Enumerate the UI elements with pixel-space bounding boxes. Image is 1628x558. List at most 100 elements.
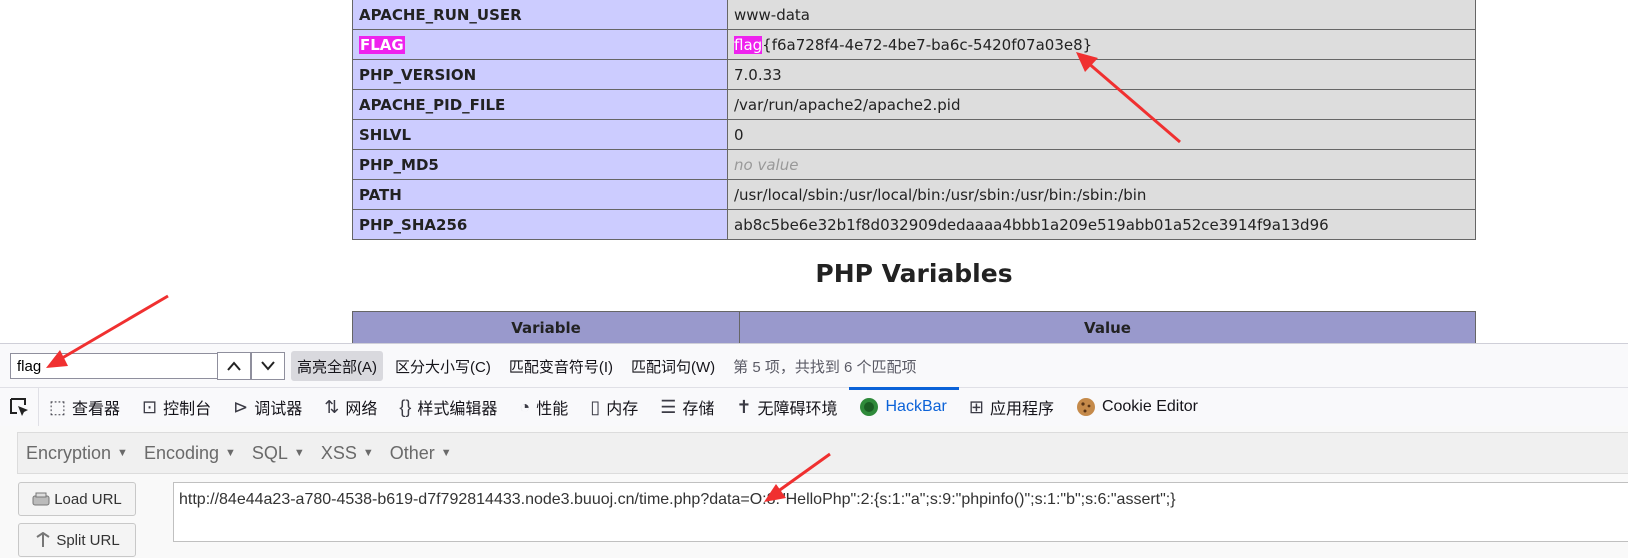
tab-application[interactable]: ⊞ 应用程序 xyxy=(959,388,1066,426)
tab-style-editor[interactable]: {} 样式编辑器 xyxy=(389,388,509,426)
split-url-label: Split URL xyxy=(56,531,120,549)
env-value: /usr/local/sbin:/usr/local/bin:/usr/sbin… xyxy=(727,179,1476,210)
load-url-icon xyxy=(32,492,50,506)
table-row: PHP_MD5 no value xyxy=(352,149,1476,180)
memory-icon: ▯ xyxy=(590,396,601,417)
menu-label: SQL xyxy=(251,442,288,463)
env-value: 7.0.33 xyxy=(727,59,1476,90)
tab-label: 控制台 xyxy=(163,401,212,418)
tab-label: 查看器 xyxy=(72,401,121,418)
tab-label: 网络 xyxy=(345,401,378,418)
match-diacritics-toggle[interactable]: 匹配变音符号(I) xyxy=(503,351,619,381)
tab-memory[interactable]: ▯ 内存 xyxy=(580,388,650,426)
caret-down-icon: ▼ xyxy=(117,447,128,459)
tab-accessibility[interactable]: ✝ 无障碍环境 xyxy=(726,388,849,426)
table-header-row: Variable Value xyxy=(352,311,1476,344)
tab-storage[interactable]: ☰ 存储 xyxy=(650,388,726,426)
pick-element-icon xyxy=(10,398,28,416)
find-next-button[interactable] xyxy=(251,352,285,380)
caret-down-icon: ▼ xyxy=(440,447,452,459)
menu-label: Encryption xyxy=(26,442,112,463)
tab-inspector[interactable]: ⬚ 查看器 xyxy=(39,388,132,426)
menu-encoding[interactable]: Encoding ▼ xyxy=(144,443,236,464)
tab-label: 无障碍环境 xyxy=(757,401,838,418)
accessibility-icon: ✝ xyxy=(736,396,752,417)
tab-label: HackBar xyxy=(885,398,947,415)
url-textarea[interactable]: http://84e44a23-a780-4538-b619-d7f792814… xyxy=(173,482,1628,542)
chevron-up-icon xyxy=(227,361,241,371)
tab-label: 存储 xyxy=(682,401,715,418)
devtools-toolbar: ⬚ 查看器 ⊡ 控制台 ⊳ 调试器 ⇅ 网络 {} 样式编辑器 ◔ 性能 ▯ 内… xyxy=(0,387,1628,427)
env-value: /var/run/apache2/apache2.pid xyxy=(727,89,1476,120)
chevron-down-icon xyxy=(261,361,275,371)
table-row: FLAG flag{f6a728f4-4e72-4be7-ba6c-5420f0… xyxy=(352,29,1476,60)
menu-other[interactable]: Other ▼ xyxy=(390,443,452,464)
find-bar: 高亮全部(A) 区分大小写(C) 匹配变音符号(I) 匹配词句(W) 第 5 项… xyxy=(0,343,1628,388)
tab-label: Cookie Editor xyxy=(1101,398,1198,415)
tab-label: 样式编辑器 xyxy=(417,401,498,418)
tab-label: 调试器 xyxy=(254,401,303,418)
section-title: PHP Variables xyxy=(815,259,1013,288)
split-url-button[interactable]: Split URL xyxy=(18,523,136,557)
env-value: ab8c5be6e32b1f8d032909dedaaaa4bbb1a209e5… xyxy=(727,209,1476,240)
cookie-icon xyxy=(1076,398,1095,416)
env-key-flag: FLAG xyxy=(352,29,728,60)
flag-rest: {f6a728f4-4e72-4be7-ba6c-5420f07a03e8} xyxy=(762,35,1093,54)
table-row: PHP_SHA256 ab8c5be6e32b1f8d032909dedaaaa… xyxy=(352,209,1476,240)
table-row: PATH /usr/local/sbin:/usr/local/bin:/usr… xyxy=(352,179,1476,210)
tab-network[interactable]: ⇅ 网络 xyxy=(314,388,389,426)
find-highlight: FLAG xyxy=(359,35,405,54)
env-value: no value xyxy=(727,149,1476,180)
tab-performance[interactable]: ◔ 性能 xyxy=(509,388,580,426)
env-value-flag: flag{f6a728f4-4e72-4be7-ba6c-5420f07a03e… xyxy=(727,29,1476,60)
table-row: PHP_VERSION 7.0.33 xyxy=(352,59,1476,90)
environment-table: APACHE_RUN_USER www-data FLAG flag{f6a72… xyxy=(352,0,1476,240)
find-previous-button[interactable] xyxy=(217,352,251,380)
menu-sql[interactable]: SQL ▼ xyxy=(252,443,305,464)
whole-words-toggle[interactable]: 匹配词句(W) xyxy=(625,351,721,381)
table-row: APACHE_RUN_USER www-data xyxy=(352,0,1476,30)
menu-label: Other xyxy=(389,442,435,463)
menu-label: XSS xyxy=(320,442,357,463)
highlight-all-toggle[interactable]: 高亮全部(A) xyxy=(291,351,383,381)
load-url-label: Load URL xyxy=(54,490,122,508)
find-current-match: flag xyxy=(734,35,763,54)
table-row: SHLVL 0 xyxy=(352,119,1476,150)
debugger-icon: ⊳ xyxy=(233,396,249,417)
style-editor-icon: {} xyxy=(399,396,412,417)
caret-down-icon: ▼ xyxy=(225,447,236,459)
env-key: PHP_SHA256 xyxy=(352,209,728,240)
no-value-text: no value xyxy=(734,155,799,174)
menu-xss[interactable]: XSS ▼ xyxy=(321,443,374,464)
env-key: SHLVL xyxy=(352,119,728,150)
tab-debugger[interactable]: ⊳ 调试器 xyxy=(223,388,314,426)
env-key: PATH xyxy=(352,179,728,210)
match-case-toggle[interactable]: 区分大小写(C) xyxy=(389,351,497,381)
tab-hackbar[interactable]: HackBar xyxy=(849,387,960,426)
env-value: www-data xyxy=(727,0,1476,30)
tab-label: 性能 xyxy=(536,401,569,418)
env-key: APACHE_PID_FILE xyxy=(352,89,728,120)
hackbar-icon xyxy=(860,398,879,416)
load-url-button[interactable]: Load URL xyxy=(18,482,136,516)
find-input[interactable] xyxy=(10,353,217,379)
element-picker-button[interactable] xyxy=(0,388,39,426)
caret-down-icon: ▼ xyxy=(362,447,374,459)
tab-label: 内存 xyxy=(606,401,639,418)
application-icon: ⊞ xyxy=(968,396,984,417)
env-value: 0 xyxy=(727,119,1476,150)
menu-label: Encoding xyxy=(143,442,219,463)
split-url-icon xyxy=(36,532,50,547)
tab-console[interactable]: ⊡ 控制台 xyxy=(132,388,223,426)
env-key: PHP_VERSION xyxy=(352,59,728,90)
find-status: 第 5 项，共找到 6 个匹配项 xyxy=(733,358,917,376)
tab-label: 应用程序 xyxy=(989,401,1054,418)
column-header-value: Value xyxy=(739,311,1476,344)
column-header-variable: Variable xyxy=(352,311,740,344)
tab-cookie-editor[interactable]: Cookie Editor xyxy=(1066,388,1210,426)
performance-icon: ◔ xyxy=(519,396,531,417)
hackbar-menu: Encryption ▼ Encoding ▼ SQL ▼ XSS ▼ Other ▼ xyxy=(17,432,1628,474)
table-row: APACHE_PID_FILE /var/run/apache2/apache2… xyxy=(352,89,1476,120)
env-key: APACHE_RUN_USER xyxy=(352,0,728,30)
menu-encryption[interactable]: Encryption ▼ xyxy=(26,443,128,464)
